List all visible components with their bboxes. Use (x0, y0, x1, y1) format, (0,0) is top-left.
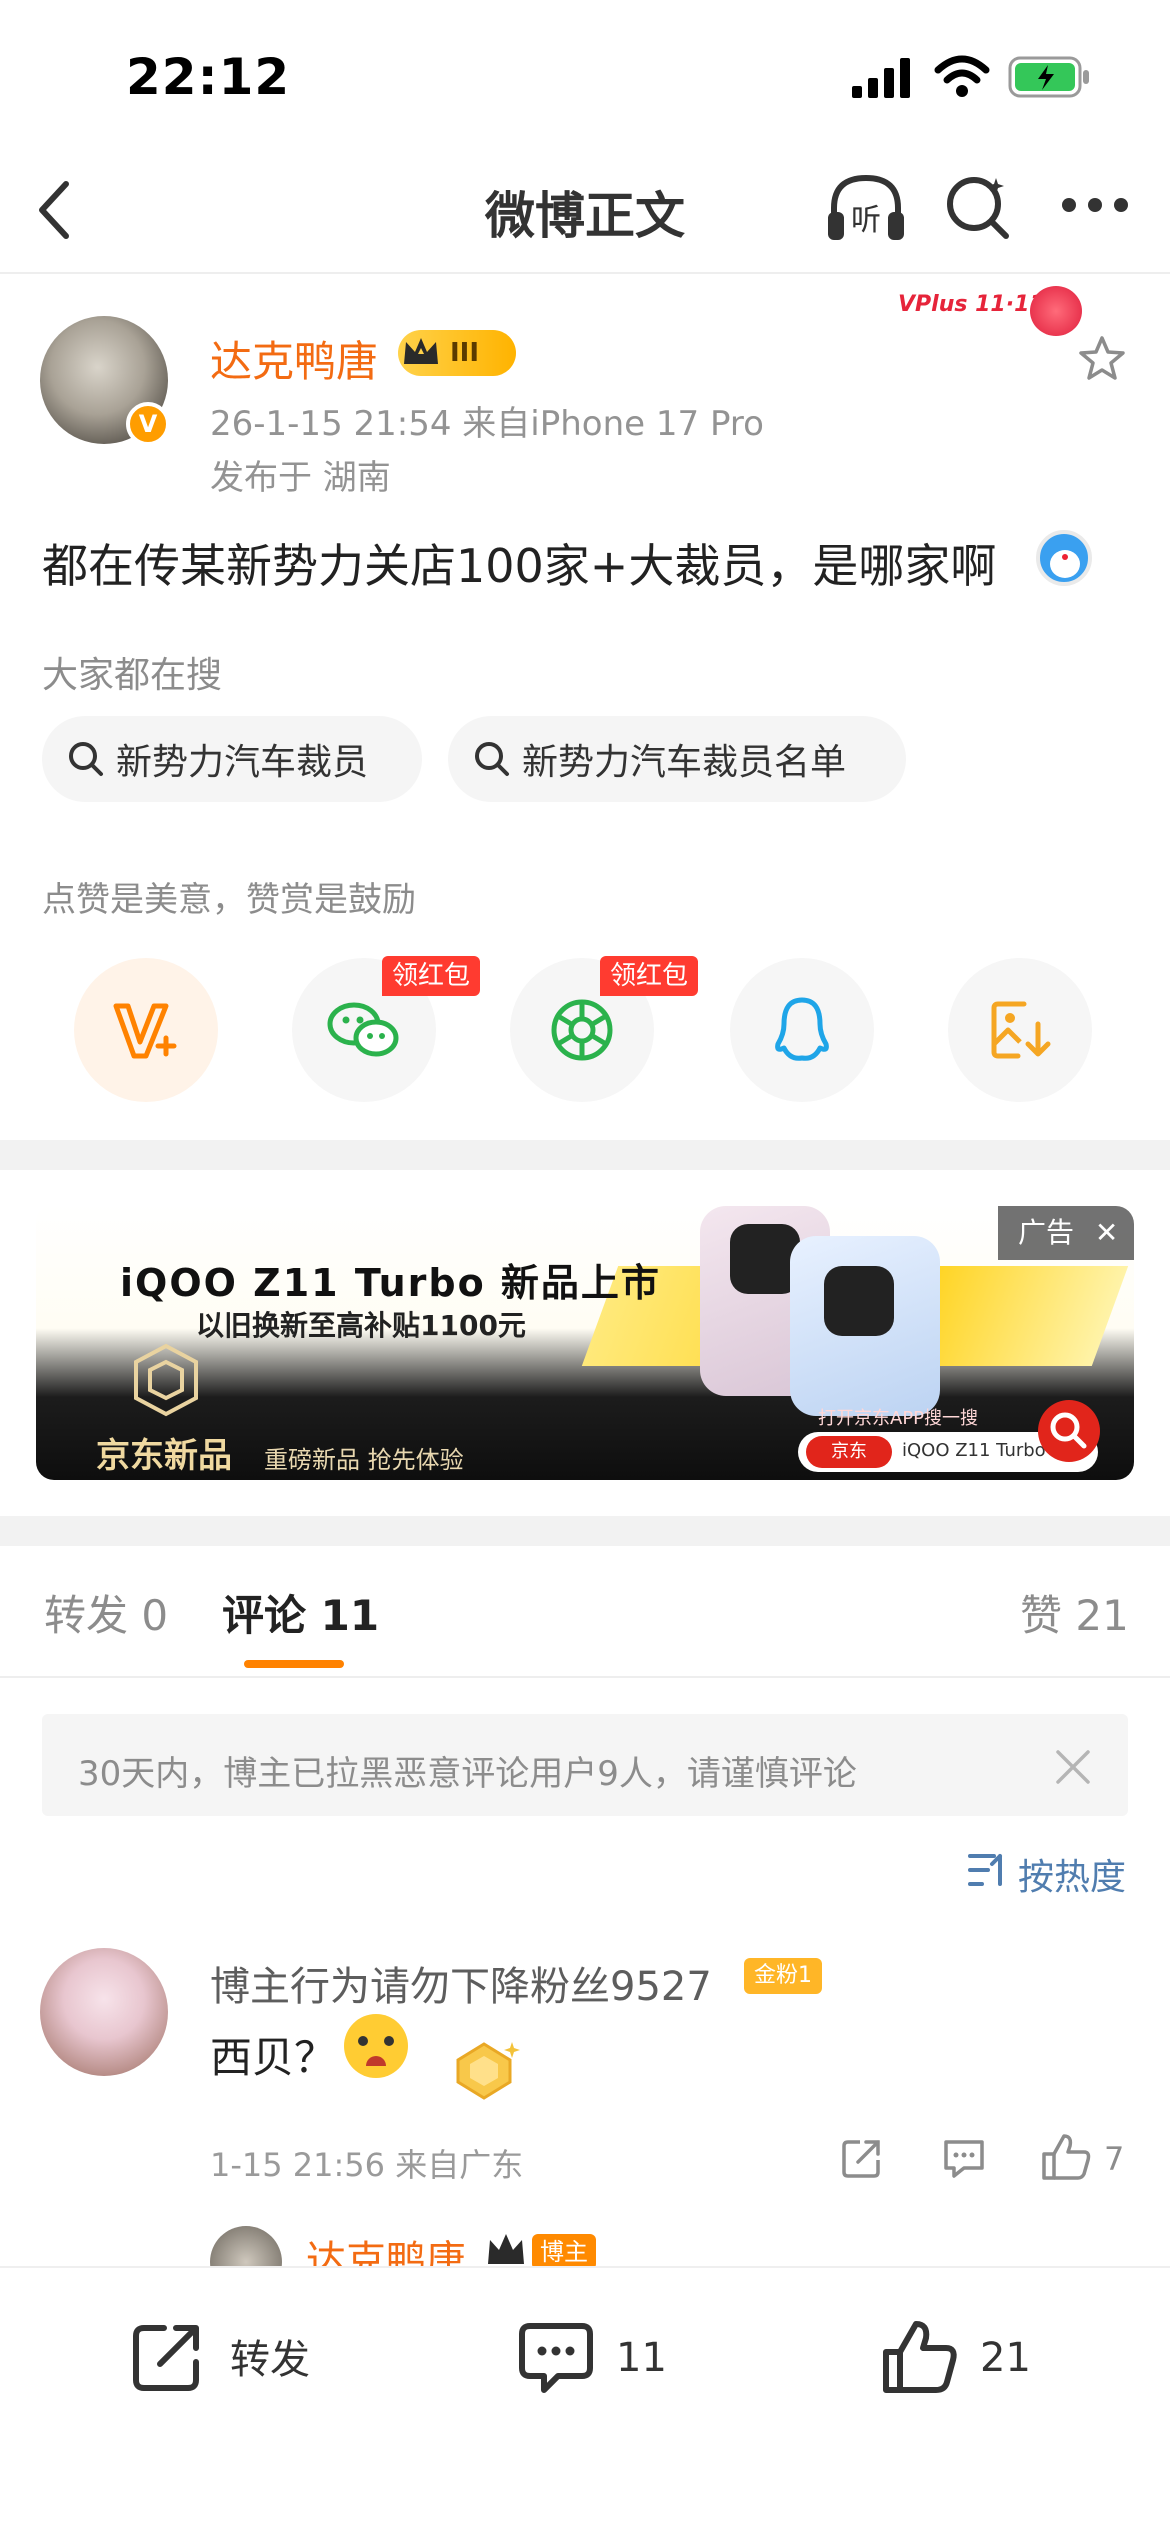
comment-like-count: 7 (1104, 2140, 1125, 2178)
reply-comment-icon[interactable] (940, 2136, 988, 2180)
post-location: 发布于 湖南 (210, 458, 391, 498)
jd-cube-logo-icon (134, 1343, 198, 1417)
svg-text:听: 听 (851, 203, 881, 238)
member-level-badge: III (398, 330, 516, 376)
verified-badge-icon: V (126, 402, 170, 446)
ad-cta-text: 打开京东APP搜一搜 (818, 1408, 979, 1429)
more-icon[interactable] (1060, 196, 1130, 214)
repost-icon (133, 2325, 199, 2391)
wechat-icon (327, 1002, 399, 1057)
cellular-signal-icon (852, 58, 910, 98)
reward-v-icon (113, 1003, 177, 1059)
section-separator (0, 1516, 1170, 1546)
hot-search-hint: 大家都在搜 (42, 655, 223, 696)
tab-comment[interactable]: 评论 11 (222, 1582, 379, 1643)
sort-by-hot[interactable]: 按热度 (1018, 1848, 1126, 1900)
like-thumb-icon (883, 2321, 957, 2393)
host-tag: 博主 (532, 2234, 596, 2270)
repost-button[interactable]: 转发 (130, 2318, 310, 2394)
tab-repost[interactable]: 转发 0 (44, 1582, 168, 1643)
comment-count: 11 (616, 2335, 667, 2381)
post-text: 都在传某新势力关店100家+大裁员，是哪家啊 (42, 539, 997, 593)
comment-meta: 1-15 21:56 来自广东 (210, 2146, 524, 2184)
close-icon[interactable] (1054, 1748, 1092, 1786)
commenter-name[interactable]: 博主行为请勿下降粉丝9527 (210, 1954, 712, 2012)
search-icon (69, 742, 103, 776)
search-chip-label: 新势力汽车裁员 (116, 742, 369, 783)
post-time-source: 26-1-15 21:54 来自iPhone 17 Pro (210, 404, 764, 444)
active-tab-indicator (244, 1660, 344, 1668)
vplus-decoration: VPlus 11·11 (898, 286, 1084, 336)
fan-badge: 金粉1 (744, 1958, 822, 1994)
crown-icon (488, 2234, 524, 2264)
section-separator (0, 1140, 1170, 1170)
nav-divider (0, 272, 1170, 274)
like-count: 21 (980, 2335, 1031, 2381)
repost-label: 转发 (230, 2337, 310, 2383)
favorite-star-icon[interactable] (1076, 334, 1128, 384)
battery-charging-icon (1008, 56, 1089, 98)
ad-slogan: 重磅新品 抢先体验 (264, 1446, 464, 1474)
tab-like[interactable]: 赞 21 (1020, 1582, 1129, 1643)
save-image-icon (991, 1001, 1051, 1059)
level-text: III (450, 338, 480, 368)
ad-search-tag: 京东 (806, 1436, 892, 1468)
status-time: 22:12 (126, 48, 291, 106)
comment-button[interactable]: 11 (516, 2318, 667, 2398)
sort-icon (968, 1854, 1002, 1886)
search-icon[interactable] (944, 172, 1014, 242)
ad-brand: 京东新品 (96, 1436, 232, 1476)
share-comment-icon[interactable] (840, 2136, 884, 2180)
ad-phone-image (790, 1236, 940, 1416)
ad-search-button (1038, 1400, 1100, 1462)
close-icon[interactable]: ✕ (1095, 1216, 1118, 1249)
doraemon-emoji-icon (1036, 530, 1092, 586)
qq-icon (775, 997, 829, 1061)
bottom-action-bar (0, 2266, 1170, 2532)
reward-hint: 点赞是美意，赞赏是鼓励 (42, 880, 416, 920)
search-chip-2[interactable]: 新势力汽车裁员名单 (448, 716, 906, 802)
search-icon (1050, 1412, 1087, 1449)
save-image-button[interactable] (948, 958, 1092, 1102)
ad-label-text: 广告 (1018, 1216, 1075, 1249)
wifi-icon (934, 55, 990, 97)
notice-text: 30天内，博主已拉黑恶意评论用户9人，请谨慎评论 (78, 1754, 857, 1794)
search-chip-label: 新势力汽车裁员名单 (522, 742, 847, 783)
share-qq-button[interactable] (730, 958, 874, 1102)
ad-title: iQOO Z11 Turbo 新品上市 (120, 1261, 661, 1305)
reward-button[interactable] (74, 958, 218, 1102)
commenter-avatar[interactable] (40, 1948, 168, 2076)
moments-icon (551, 999, 613, 1061)
ad-search-keyword: iQOO Z11 Turbo (902, 1440, 1046, 1461)
author-name[interactable]: 达克鸭唐 (210, 328, 378, 389)
red-packet-tag: 领红包 (600, 956, 699, 996)
red-packet-tag: 领红包 (382, 956, 481, 996)
comment-icon (519, 2323, 593, 2393)
search-icon (475, 742, 509, 776)
tab-divider (0, 1676, 1170, 1678)
ad-label[interactable]: 广告 ✕ (998, 1206, 1134, 1260)
ad-subtitle: 以旧换新至高补贴1100元 (196, 1309, 526, 1342)
like-comment-icon[interactable] (1040, 2132, 1094, 2182)
crown-icon (404, 338, 438, 364)
gold-badge-icon (456, 2042, 520, 2100)
search-chip-1[interactable]: 新势力汽车裁员 (42, 716, 422, 802)
like-button[interactable]: 21 (880, 2318, 1031, 2398)
listen-headphones-icon[interactable]: 听 (824, 170, 908, 246)
comment-text: 西贝？ (210, 2033, 337, 2082)
crying-emoji-icon (344, 2014, 408, 2078)
